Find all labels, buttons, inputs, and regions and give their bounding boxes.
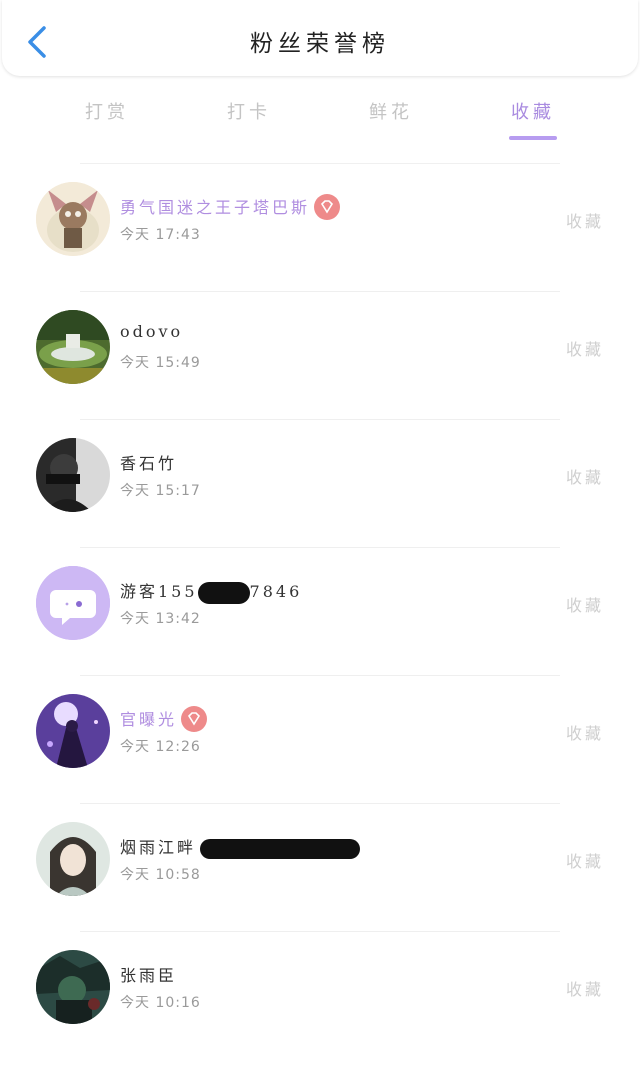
fan-list: 勇气国迷之王子塔巴斯 今天 17:43 收藏 odovo 今天 15:49 收藏 [0, 164, 640, 1060]
user-name: 游客155 7846 [120, 578, 302, 604]
diamond-icon [181, 705, 208, 732]
top-bar: 粉丝荣誉榜 [2, 0, 638, 76]
redaction-mark [197, 581, 250, 604]
avatar-image [36, 310, 110, 384]
avatar-image [36, 438, 110, 512]
timestamp: 今天 10:16 [120, 995, 201, 1011]
timestamp: 今天 15:49 [120, 355, 201, 371]
user-name: 香石竹 [120, 454, 178, 473]
timestamp: 今天 10:58 [120, 867, 201, 883]
avatar-image [36, 822, 110, 896]
list-item[interactable]: 官曝光 今天 12:26 收藏 [0, 676, 640, 804]
action-label: 收藏 [565, 980, 604, 999]
user-name: 烟雨江畔 [120, 834, 361, 859]
avatar-image [36, 694, 110, 768]
tab-favorites[interactable]: 收藏 [488, 98, 578, 124]
user-name: 张雨臣 [120, 966, 178, 985]
timestamp: 今天 12:26 [120, 739, 201, 755]
avatar-image [36, 182, 110, 256]
active-tab-indicator [509, 136, 557, 140]
avatar-image [36, 950, 110, 1024]
timestamp: 今天 17:43 [120, 227, 201, 243]
user-name: odovo [120, 322, 184, 341]
avatar[interactable] [36, 822, 110, 896]
tab-reward[interactable]: 打赏 [62, 98, 152, 124]
avatar[interactable] [36, 566, 110, 640]
user-name: 勇气国迷之王子塔巴斯 [120, 193, 341, 222]
action-label: 收藏 [565, 596, 604, 615]
avatar[interactable] [36, 950, 110, 1024]
tab-bar: 打赏 打卡 鲜花 收藏 [0, 92, 640, 142]
avatar[interactable] [36, 438, 110, 512]
action-label: 收藏 [565, 852, 604, 871]
avatar[interactable] [36, 182, 110, 256]
page-title: 粉丝荣誉榜 [250, 31, 390, 57]
action-label: 收藏 [565, 468, 604, 487]
list-item[interactable]: 张雨臣 今天 10:16 收藏 [0, 932, 640, 1060]
list-item[interactable]: odovo 今天 15:49 收藏 [0, 292, 640, 420]
action-label: 收藏 [565, 340, 604, 359]
list-item[interactable]: 勇气国迷之王子塔巴斯 今天 17:43 收藏 [0, 164, 640, 292]
avatar[interactable] [36, 694, 110, 768]
list-item[interactable]: 香石竹 今天 15:17 收藏 [0, 420, 640, 548]
timestamp: 今天 15:17 [120, 483, 201, 499]
list-item[interactable]: 游客155 7846 今天 13:42 收藏 [0, 548, 640, 676]
action-label: 收藏 [565, 212, 604, 231]
action-label: 收藏 [565, 724, 604, 743]
tab-checkin[interactable]: 打卡 [204, 98, 294, 124]
timestamp: 今天 13:42 [120, 611, 201, 627]
user-name: 官曝光 [120, 705, 208, 734]
chat-bubble-icon [36, 566, 110, 640]
list-item[interactable]: 烟雨江畔 今天 10:58 收藏 [0, 804, 640, 932]
avatar[interactable] [36, 310, 110, 384]
tab-flowers[interactable]: 鲜花 [346, 98, 436, 124]
redaction-mark [200, 838, 361, 859]
diamond-icon [314, 193, 341, 220]
